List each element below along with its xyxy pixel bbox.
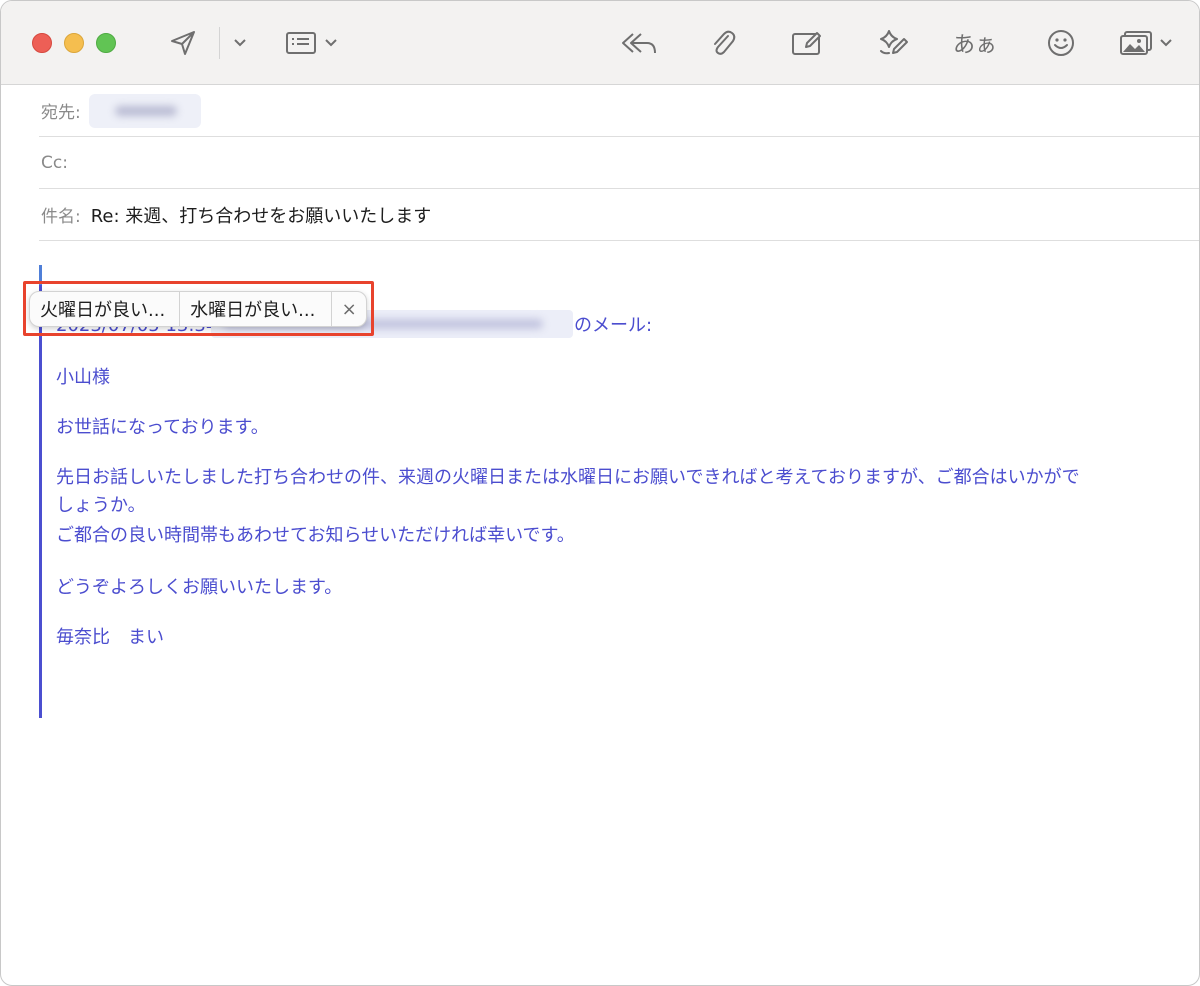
reply-all-icon [619, 29, 659, 57]
quote-signature: 毎奈比 まい [56, 627, 164, 648]
to-recipient-redacted[interactable] [88, 93, 201, 128]
pencil-square-icon [790, 29, 824, 57]
reply-all-button[interactable] [617, 23, 661, 63]
cc-label: Cc: [41, 152, 68, 173]
emoji-button[interactable] [1041, 23, 1081, 63]
toolbar-separator [219, 27, 220, 59]
mail-compose-window: あぁ 宛先: Cc: 件名: Re: 来週、打ち合わせをお願いいたします 202… [0, 0, 1200, 986]
quote-paragraph-line: 先日お話しいたしました打ち合わせの件、来週の火曜日または水曜日にお願いできればと… [56, 467, 1080, 488]
minimize-window-button[interactable] [64, 33, 84, 53]
chevron-down-icon [1159, 38, 1173, 48]
subject-field-row[interactable]: 件名: Re: 来週、打ち合わせをお願いいたします [39, 189, 1199, 241]
sparkle-pen-icon [875, 27, 909, 59]
quote-salutation: 小山様 [56, 367, 110, 388]
subject-label: 件名: [41, 207, 81, 227]
header-fields-button[interactable] [281, 23, 341, 63]
quote-closing: どうぞよろしくお願いいたします。 [56, 577, 343, 598]
close-window-button[interactable] [32, 33, 52, 53]
quote-paragraph-line: ご都合の良い時間帯もあわせてお知らせいただければ幸いです。 [56, 525, 575, 546]
writing-tools-button[interactable] [871, 23, 913, 63]
smiley-icon [1046, 28, 1076, 58]
to-label: 宛先: [41, 103, 81, 123]
paperclip-icon [708, 28, 738, 58]
chevron-down-icon [233, 38, 247, 48]
toolbar: あぁ [1, 1, 1199, 85]
paper-plane-icon [168, 28, 198, 58]
send-button[interactable] [163, 23, 203, 63]
quote-header-suffix: のメール: [574, 315, 653, 336]
format-button[interactable]: あぁ [949, 23, 1001, 63]
highlight-annotation [23, 281, 374, 336]
to-field-row[interactable]: 宛先: [39, 85, 1199, 137]
send-options-button[interactable] [229, 23, 251, 63]
cc-field-row[interactable]: Cc: [39, 137, 1199, 189]
subject-input[interactable]: Re: 来週、打ち合わせをお願いいたします [91, 202, 432, 228]
photo-browser-button[interactable] [1115, 23, 1177, 63]
quote-greeting: お世話になっております。 [56, 417, 269, 438]
zoom-window-button[interactable] [96, 33, 116, 53]
markup-button[interactable] [787, 23, 827, 63]
attach-button[interactable] [705, 23, 741, 63]
photo-icon [1119, 28, 1155, 58]
format-label: あぁ [952, 33, 997, 58]
list-icon [284, 30, 318, 56]
quote-paragraph-line: しょうか。 [56, 495, 146, 516]
chevron-down-icon [324, 38, 338, 48]
